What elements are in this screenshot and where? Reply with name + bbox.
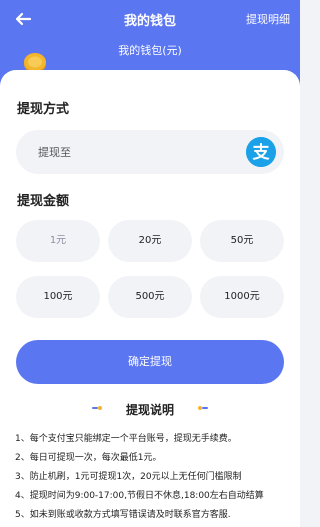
withdraw-note: 3、防止机刷，1元可提现1次，20元以上无任何门槛限制: [15, 472, 242, 482]
withdraw-records-link[interactable]: 提现明细: [246, 11, 290, 27]
withdraw-amount-title: 提现金额: [17, 194, 70, 209]
withdraw-method-selector[interactable]: 提现至 支: [16, 130, 284, 174]
amount-option[interactable]: 20元: [108, 220, 192, 262]
withdraw-notes-title: 提现说明: [125, 403, 174, 417]
amount-option[interactable]: 1000元: [200, 276, 284, 318]
withdraw-note: 2、每日可提现一次，每次最低1元。: [15, 453, 162, 463]
withdraw-note: 4、提现时间为9:00-17:00,节假日不休息,18:00左右自动结算: [15, 491, 264, 501]
withdraw-method-title: 提现方式: [17, 102, 70, 117]
withdraw-note: 1、每个支付宝只能绑定一个平台账号，提现无手续费。: [15, 434, 237, 444]
withdraw-target-label: 提现至: [38, 146, 71, 159]
amount-option[interactable]: 500元: [108, 276, 192, 318]
amount-option[interactable]: 1元: [16, 220, 100, 262]
withdraw-note: 5、如未到账或收款方式填写错误请及时联系官方客服.: [15, 510, 231, 520]
svg-text:支: 支: [253, 142, 271, 163]
amount-option[interactable]: 50元: [200, 220, 284, 262]
alipay-icon[interactable]: 支: [246, 137, 276, 167]
amount-option[interactable]: 100元: [16, 276, 100, 318]
confirm-withdraw-button[interactable]: 确定提现: [16, 340, 284, 384]
decorative-dot-icon: [198, 406, 208, 410]
